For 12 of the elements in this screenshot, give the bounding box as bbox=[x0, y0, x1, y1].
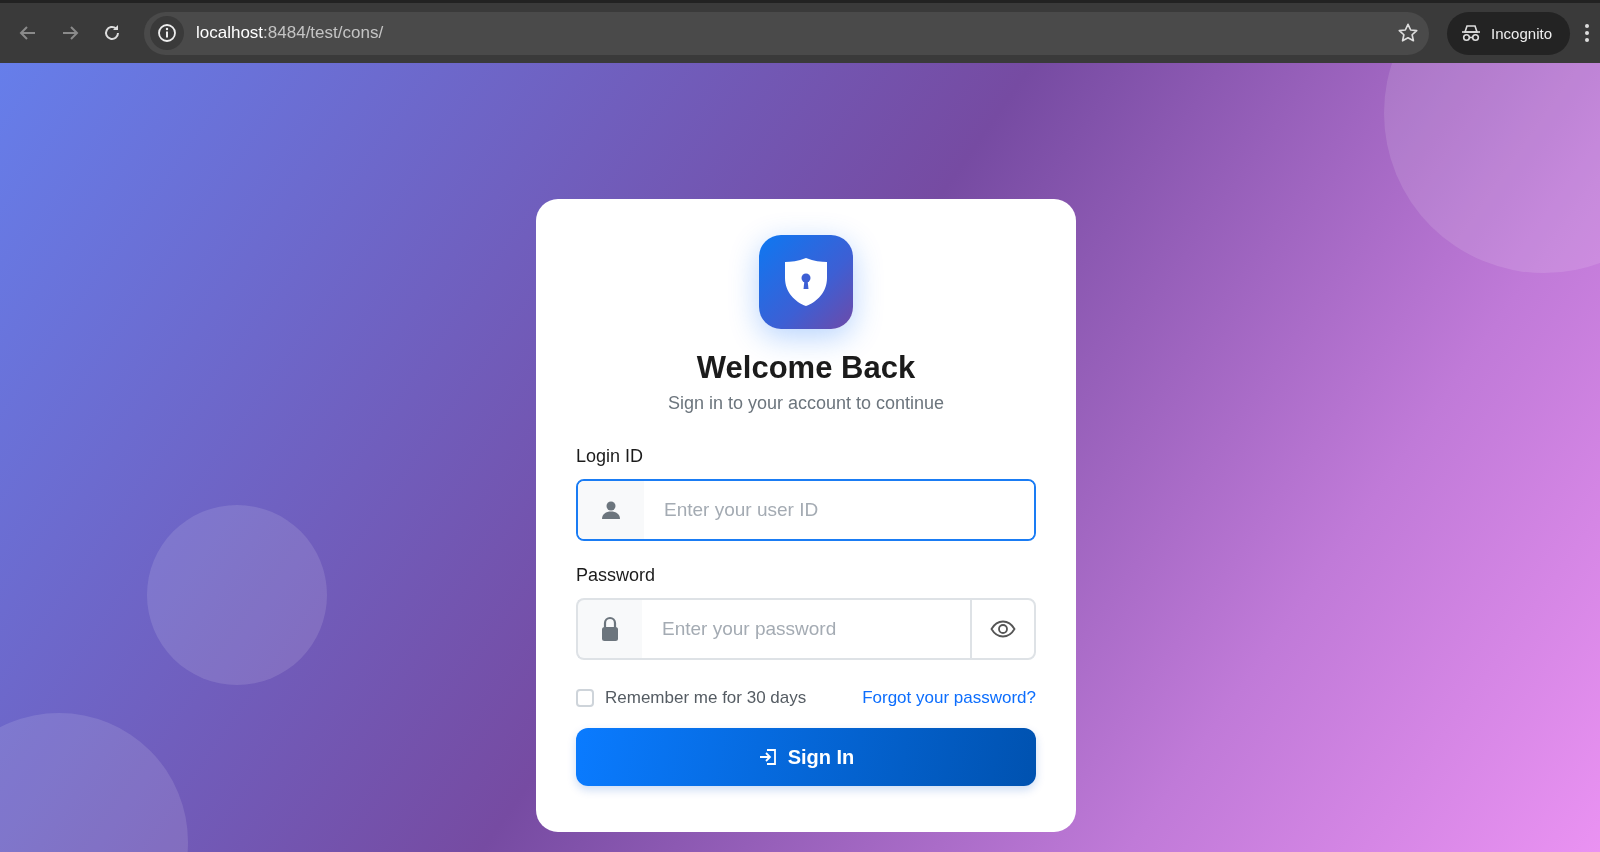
address-bar[interactable]: localhost:8484/test/cons/ bbox=[144, 11, 1430, 55]
sign-in-button[interactable]: Sign In bbox=[576, 728, 1036, 787]
field-label: Password bbox=[576, 565, 656, 587]
password-field[interactable]: Enter your password bbox=[642, 598, 970, 661]
user-id-field[interactable]: Enter your user ID bbox=[576, 479, 1036, 542]
field-label: Login ID bbox=[576, 446, 644, 468]
remember-label: Remember me for 30 days bbox=[605, 688, 807, 709]
incognito-button[interactable]: Incognito bbox=[1447, 11, 1570, 55]
url-text: localhost:8484/test/cons/ bbox=[196, 23, 385, 43]
forgot-password-link[interactable]: Forgot your password? bbox=[862, 688, 1036, 709]
subtitle: Sign in to your account to continue bbox=[667, 393, 945, 415]
welcome-title: Welcome Back bbox=[696, 351, 916, 386]
